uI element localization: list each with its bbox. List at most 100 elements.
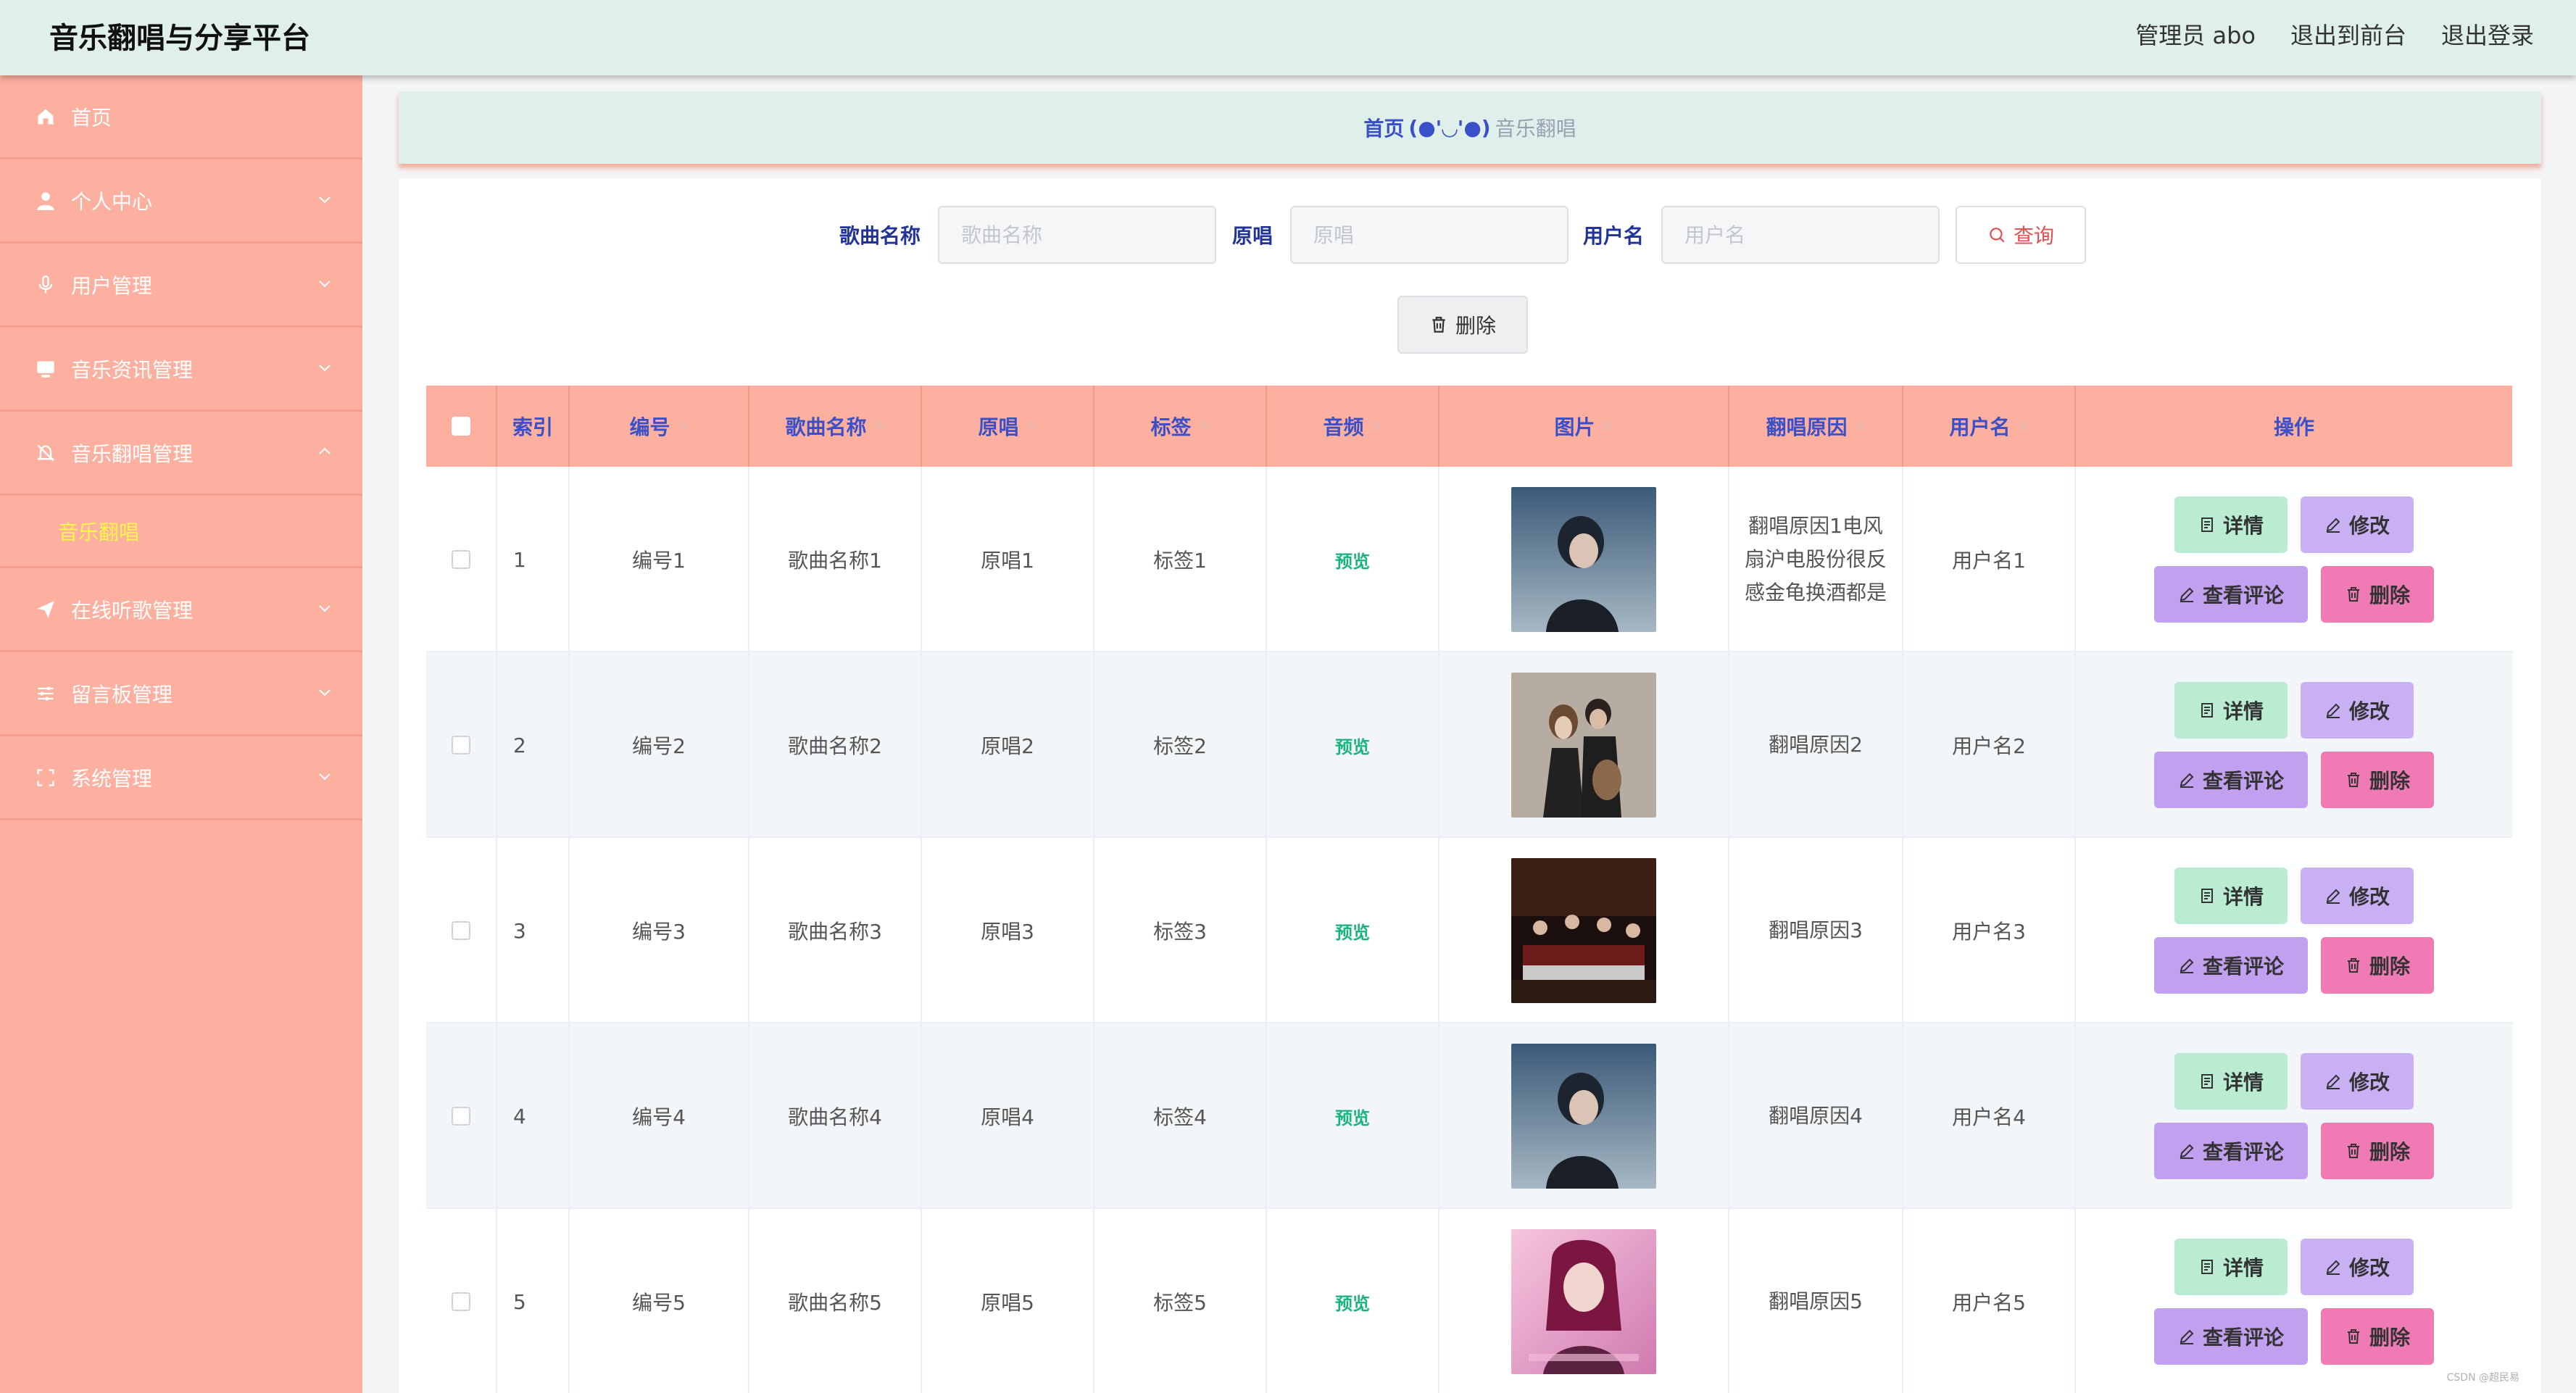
edit-button[interactable]: 修改: [2301, 682, 2414, 739]
sort-icon[interactable]: ⇅: [1371, 419, 1382, 434]
sidebar-item-label: 首页: [71, 105, 112, 130]
row-tag: 标签5: [1094, 1209, 1267, 1393]
sidebar-item-home[interactable]: 首页: [0, 75, 362, 159]
top-bar: 音乐翻唱与分享平台 管理员 abo 退出到前台 退出登录: [0, 0, 2576, 75]
detail-button[interactable]: 详情: [2174, 496, 2288, 553]
sidebar-subitem-music-cover[interactable]: 音乐翻唱: [0, 496, 362, 568]
cover-thumbnail[interactable]: [1511, 1229, 1656, 1374]
view-comments-button[interactable]: 查看评论: [2154, 566, 2308, 623]
sidebar-item-online-listening[interactable]: 在线听歌管理: [0, 568, 362, 652]
cover-thumbnail[interactable]: [1511, 487, 1656, 632]
edit-button[interactable]: 修改: [2301, 868, 2414, 924]
edit-button[interactable]: 修改: [2301, 1239, 2414, 1295]
col-tag[interactable]: 标签 ⇅: [1094, 386, 1267, 467]
query-button-label: 查询: [2013, 224, 2054, 248]
view-comments-button[interactable]: 查看评论: [2154, 1123, 2308, 1179]
col-reason[interactable]: 翻唱原因 ⇅: [1729, 386, 1903, 467]
sidebar: 首页 个人中心 用户管理 音乐资讯管理 音乐翻唱管理 音乐翻唱 在线听歌管理 留…: [0, 75, 362, 1393]
audio-preview-link[interactable]: 预览: [1335, 733, 1370, 758]
sort-icon[interactable]: ⇅: [677, 419, 688, 434]
col-code[interactable]: 编号 ⇅: [570, 386, 749, 467]
original-singer-input[interactable]: [1290, 206, 1569, 264]
delete-button[interactable]: 删除: [2321, 937, 2434, 994]
sidebar-subitem-label: 音乐翻唱: [58, 520, 140, 544]
logout-link[interactable]: 退出登录: [2441, 17, 2534, 51]
edit-button[interactable]: 修改: [2301, 496, 2414, 553]
cover-thumbnail[interactable]: [1511, 1044, 1656, 1189]
sort-icon[interactable]: ⇅: [1198, 419, 1209, 434]
edit-button-label: 修改: [2348, 885, 2390, 909]
cover-thumbnail[interactable]: [1511, 673, 1656, 818]
col-reason-label: 翻唱原因: [1766, 415, 1848, 439]
edit-button[interactable]: 修改: [2301, 1053, 2414, 1110]
row-checkbox[interactable]: [452, 921, 470, 940]
detail-button[interactable]: 详情: [2174, 1053, 2288, 1110]
bell-off-icon: [35, 442, 57, 464]
delete-button[interactable]: 删除: [2321, 1308, 2434, 1365]
row-reason: 翻唱原因5: [1769, 1289, 1863, 1313]
audio-preview-link[interactable]: 预览: [1335, 1289, 1370, 1315]
detail-button[interactable]: 详情: [2174, 868, 2288, 924]
row-checkbox[interactable]: [452, 736, 470, 754]
sidebar-item-personal-center[interactable]: 个人中心: [0, 159, 362, 244]
col-original[interactable]: 原唱 ⇅: [922, 386, 1094, 467]
sidebar-item-user-management[interactable]: 用户管理: [0, 244, 362, 328]
view-comments-label: 查看评论: [2202, 769, 2284, 793]
col-image[interactable]: 图片 ⇅: [1439, 386, 1729, 467]
view-comments-button[interactable]: 查看评论: [2154, 937, 2308, 994]
audio-preview-link[interactable]: 预览: [1335, 547, 1370, 573]
sidebar-item-label: 用户管理: [71, 273, 153, 298]
monitor-icon: [35, 358, 57, 380]
detail-button[interactable]: 详情: [2174, 1239, 2288, 1295]
row-actions: 详情 修改 查看评论 删除: [2076, 467, 2512, 652]
row-audio-cell: 预览: [1267, 467, 1439, 652]
sort-icon[interactable]: ⇅: [873, 419, 884, 434]
row-song: 歌曲名称1: [749, 467, 922, 652]
delete-button[interactable]: 删除: [2321, 752, 2434, 808]
document-icon: [2201, 1074, 2213, 1089]
trash-icon: [2347, 773, 2359, 787]
table-row: 5 编号5 歌曲名称5 原唱5 标签5 预览 翻唱原因5 用户名5 详情 修改: [426, 1209, 2512, 1393]
col-username[interactable]: 用户名 ⇅: [1903, 386, 2076, 467]
song-name-input[interactable]: [938, 206, 1216, 264]
sort-icon[interactable]: ⇅: [1026, 419, 1036, 434]
query-button[interactable]: 查询: [1956, 206, 2086, 264]
chevron-down-icon: [319, 604, 331, 612]
row-checkbox[interactable]: [452, 1292, 470, 1311]
select-all-checkbox[interactable]: [452, 417, 470, 436]
delete-button[interactable]: 删除: [2321, 566, 2434, 623]
sidebar-item-system-management[interactable]: 系统管理: [0, 736, 362, 820]
search-form: 歌曲名称 原唱 用户名 查询: [399, 206, 2541, 264]
view-comments-button[interactable]: 查看评论: [2154, 1308, 2308, 1365]
col-song[interactable]: 歌曲名称 ⇅: [749, 386, 922, 467]
view-comments-label: 查看评论: [2202, 1140, 2284, 1164]
audio-preview-link[interactable]: 预览: [1335, 1104, 1370, 1129]
cover-thumbnail[interactable]: [1511, 858, 1656, 1003]
admin-user-label: 管理员 abo: [2135, 22, 2256, 49]
batch-delete-button[interactable]: 删除: [1397, 296, 1528, 354]
sort-icon[interactable]: ⇅: [1854, 419, 1865, 434]
detail-button-label: 详情: [2222, 514, 2264, 538]
row-select-cell: [426, 467, 497, 652]
username-input[interactable]: [1661, 206, 1940, 264]
delete-button[interactable]: 删除: [2321, 1123, 2434, 1179]
sidebar-item-cover-management[interactable]: 音乐翻唱管理: [0, 412, 362, 496]
exit-to-frontend-link[interactable]: 退出到前台: [2290, 17, 2406, 51]
trash-icon: [2347, 587, 2359, 602]
view-comments-button[interactable]: 查看评论: [2154, 752, 2308, 808]
sidebar-item-message-board[interactable]: 留言板管理: [0, 652, 362, 736]
album-cover-photo: [1511, 1229, 1656, 1374]
sort-icon[interactable]: ⇅: [1602, 419, 1613, 434]
row-username: 用户名4: [1903, 1023, 2076, 1209]
row-checkbox[interactable]: [452, 550, 470, 569]
row-checkbox[interactable]: [452, 1107, 470, 1126]
breadcrumb-home-link[interactable]: 首页: [1363, 113, 1404, 142]
row-image-cell: [1439, 467, 1729, 652]
sidebar-item-music-news[interactable]: 音乐资讯管理: [0, 328, 362, 412]
username-label: 用户名: [1583, 224, 1645, 248]
detail-button[interactable]: 详情: [2174, 682, 2288, 739]
col-audio[interactable]: 音频 ⇅: [1267, 386, 1439, 467]
sort-icon[interactable]: ⇅: [2017, 419, 2028, 434]
audio-preview-link[interactable]: 预览: [1335, 918, 1370, 944]
row-audio-cell: 预览: [1267, 838, 1439, 1023]
